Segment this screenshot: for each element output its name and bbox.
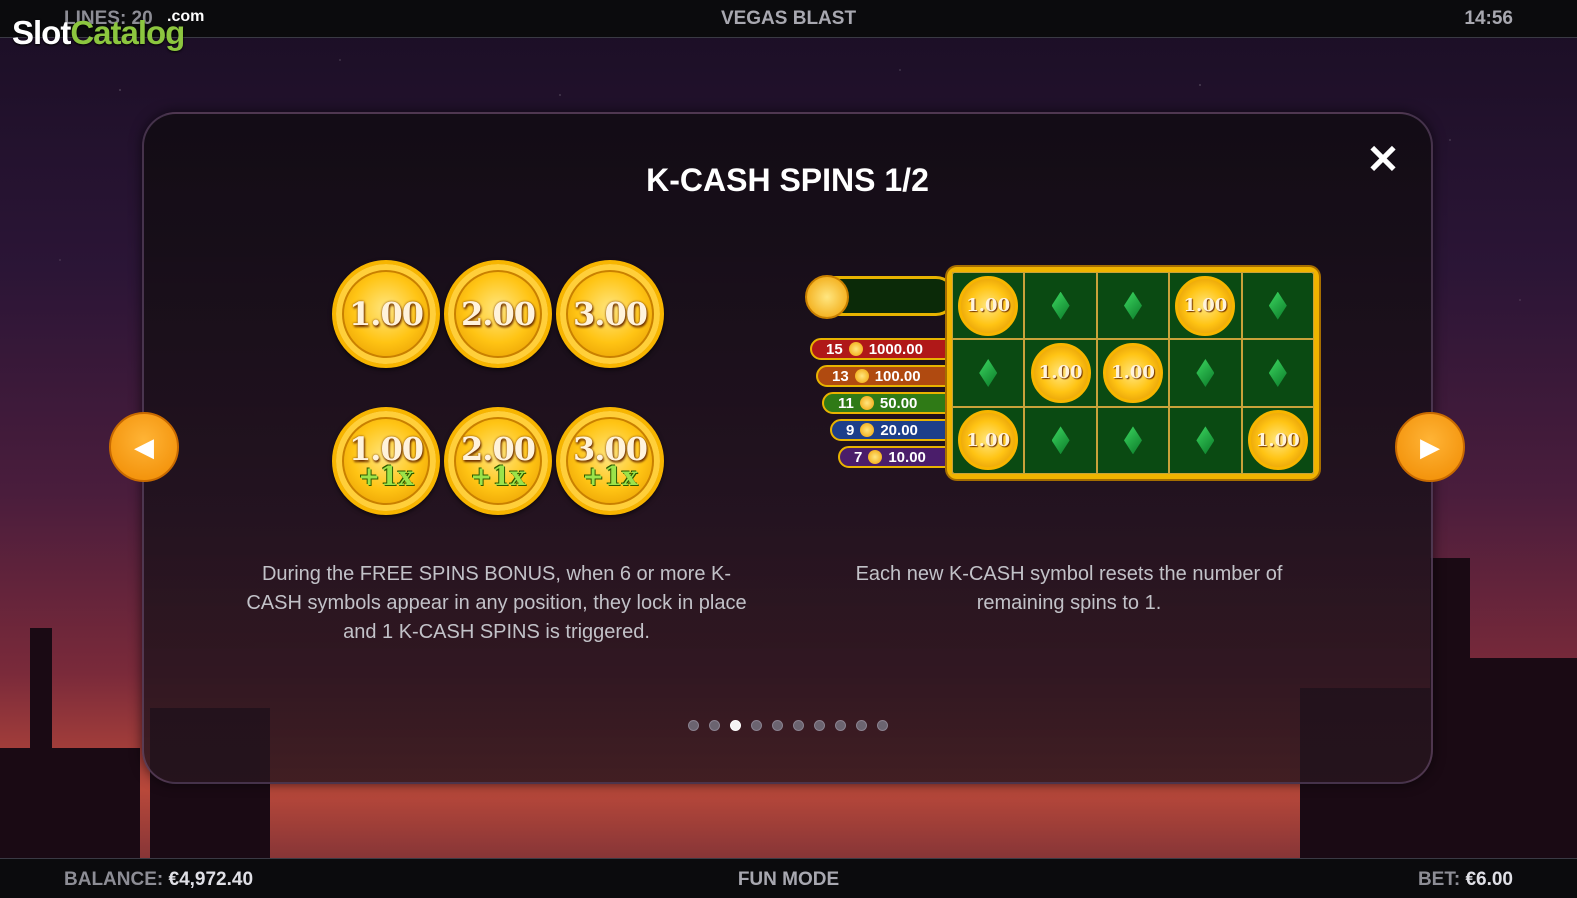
description-right: Each new K-CASH symbol resets the number… [855, 563, 1283, 614]
page-dot[interactable] [855, 720, 867, 731]
kcash-multiplier-coin-1: 1.00 +1x [332, 407, 440, 515]
coin-icon [859, 396, 874, 410]
clock: 14:56 [1464, 8, 1513, 29]
grid-cell [1024, 406, 1097, 474]
next-page-button[interactable]: ▶ [1395, 412, 1465, 482]
ladder-prize: 50.00 [879, 394, 918, 412]
paytable-panel: K-CASH SPINS 1/2 ✕ 1.00 2.00 3.00 1.00 +1… [142, 112, 1433, 784]
kcash-coin-symbol: 1.00 [1175, 275, 1236, 336]
grid-cell: 1.00 [1024, 339, 1097, 407]
ladder-row: 11 50.00 [822, 392, 956, 414]
page-dot[interactable] [876, 720, 888, 731]
green-gem-icon [979, 358, 998, 387]
example-reel-grid: 1.00 1.00 1.00 1.00 1.00 1.00 [947, 267, 1319, 479]
ladder-count: 13 [832, 367, 849, 385]
ladder-count: 11 [838, 394, 854, 412]
coin-icon [854, 369, 869, 383]
green-gem-icon [1196, 358, 1215, 387]
grid-cell [1169, 406, 1242, 474]
grid-cell [1241, 339, 1314, 407]
bet-display: BET: €6.00 [1417, 869, 1513, 890]
ladder-header [805, 275, 956, 319]
chevron-left-icon: ◀ [134, 431, 154, 462]
green-gem-icon [1268, 291, 1287, 320]
grid-cell: 1.00 [952, 272, 1025, 340]
kcash-coin-symbol: 1.00 [958, 275, 1019, 336]
page-dot[interactable] [792, 720, 804, 731]
grid-cell [952, 339, 1025, 407]
green-gem-icon [1196, 426, 1215, 455]
page-dot[interactable] [708, 720, 720, 731]
kcash-multiplier-coin-2: 2.00 +1x [444, 407, 552, 515]
grid-cell: 1.00 [952, 406, 1025, 474]
game-title: VEGAS BLAST [720, 8, 857, 29]
page-dot[interactable] [750, 720, 762, 731]
green-gem-icon [1268, 358, 1287, 387]
slotcatalog-logo: SlotCatalog .com [12, 8, 205, 51]
kcash-coin-symbol: 1.00 [1102, 342, 1163, 403]
grid-cell [1169, 339, 1242, 407]
kcash-coin-symbol: 1.00 [1247, 410, 1308, 471]
coin-icon [848, 342, 863, 356]
grid-cell [1241, 272, 1314, 340]
ladder-row: 9 20.00 [830, 419, 956, 441]
ladder-count: 15 [826, 340, 843, 358]
kcash-coin-1: 1.00 [332, 260, 440, 368]
green-gem-icon [1051, 426, 1070, 455]
coin-icon [860, 423, 875, 437]
kcash-coin-3: 3.00 [556, 260, 664, 368]
page-dot[interactable] [771, 720, 783, 731]
previous-page-button[interactable]: ◀ [109, 412, 179, 482]
green-gem-icon [1123, 426, 1142, 455]
ladder-count: 7 [854, 448, 863, 466]
green-gem-icon [1051, 291, 1070, 320]
kcash-multiplier-coin-3: 3.00 +1x [556, 407, 664, 515]
grid-cell [1096, 406, 1170, 474]
grid-cell: 1.00 [1241, 406, 1314, 474]
ladder-prize: 1000.00 [868, 340, 923, 358]
chevron-right-icon: ▶ [1420, 431, 1440, 462]
page-indicator [144, 720, 1431, 731]
grid-cell: 1.00 [1096, 339, 1170, 407]
page-dot[interactable] [834, 720, 846, 731]
top-status-bar: LINES: 20 VEGAS BLAST 14:56 [0, 0, 1577, 38]
page-title: K-CASH SPINS 1/2 [646, 162, 929, 198]
kcash-coin-2: 2.00 [444, 260, 552, 368]
grid-cell [1096, 272, 1170, 340]
ladder-prize: 100.00 [874, 367, 921, 385]
ladder-prize: 20.00 [880, 421, 918, 439]
ladder-prize: 10.00 [888, 448, 926, 466]
sun-coin-icon [805, 275, 849, 319]
ladder-count: 9 [846, 421, 855, 439]
ladder-row: 7 10.00 [838, 446, 956, 468]
coin-icon [868, 450, 883, 464]
close-icon[interactable]: ✕ [1365, 140, 1401, 180]
green-gem-icon [1123, 291, 1142, 320]
ladder-row: 15 1000.00 [810, 338, 956, 360]
kcash-coin-symbol: 1.00 [958, 410, 1019, 471]
page-dot[interactable] [813, 720, 825, 731]
grid-cell [1024, 272, 1097, 340]
ladder-row: 13 100.00 [816, 365, 956, 387]
page-dot[interactable] [729, 720, 741, 731]
kcash-coin-symbol: 1.00 [1030, 342, 1091, 403]
mode-indicator: FUN MODE [737, 869, 840, 890]
bottom-status-bar: BALANCE: €4,972.40 FUN MODE BET: €6.00 [0, 858, 1577, 898]
page-dot[interactable] [687, 720, 699, 731]
description-left: During the FREE SPINS BONUS, when 6 or m… [246, 563, 747, 643]
grid-cell: 1.00 [1169, 272, 1242, 340]
